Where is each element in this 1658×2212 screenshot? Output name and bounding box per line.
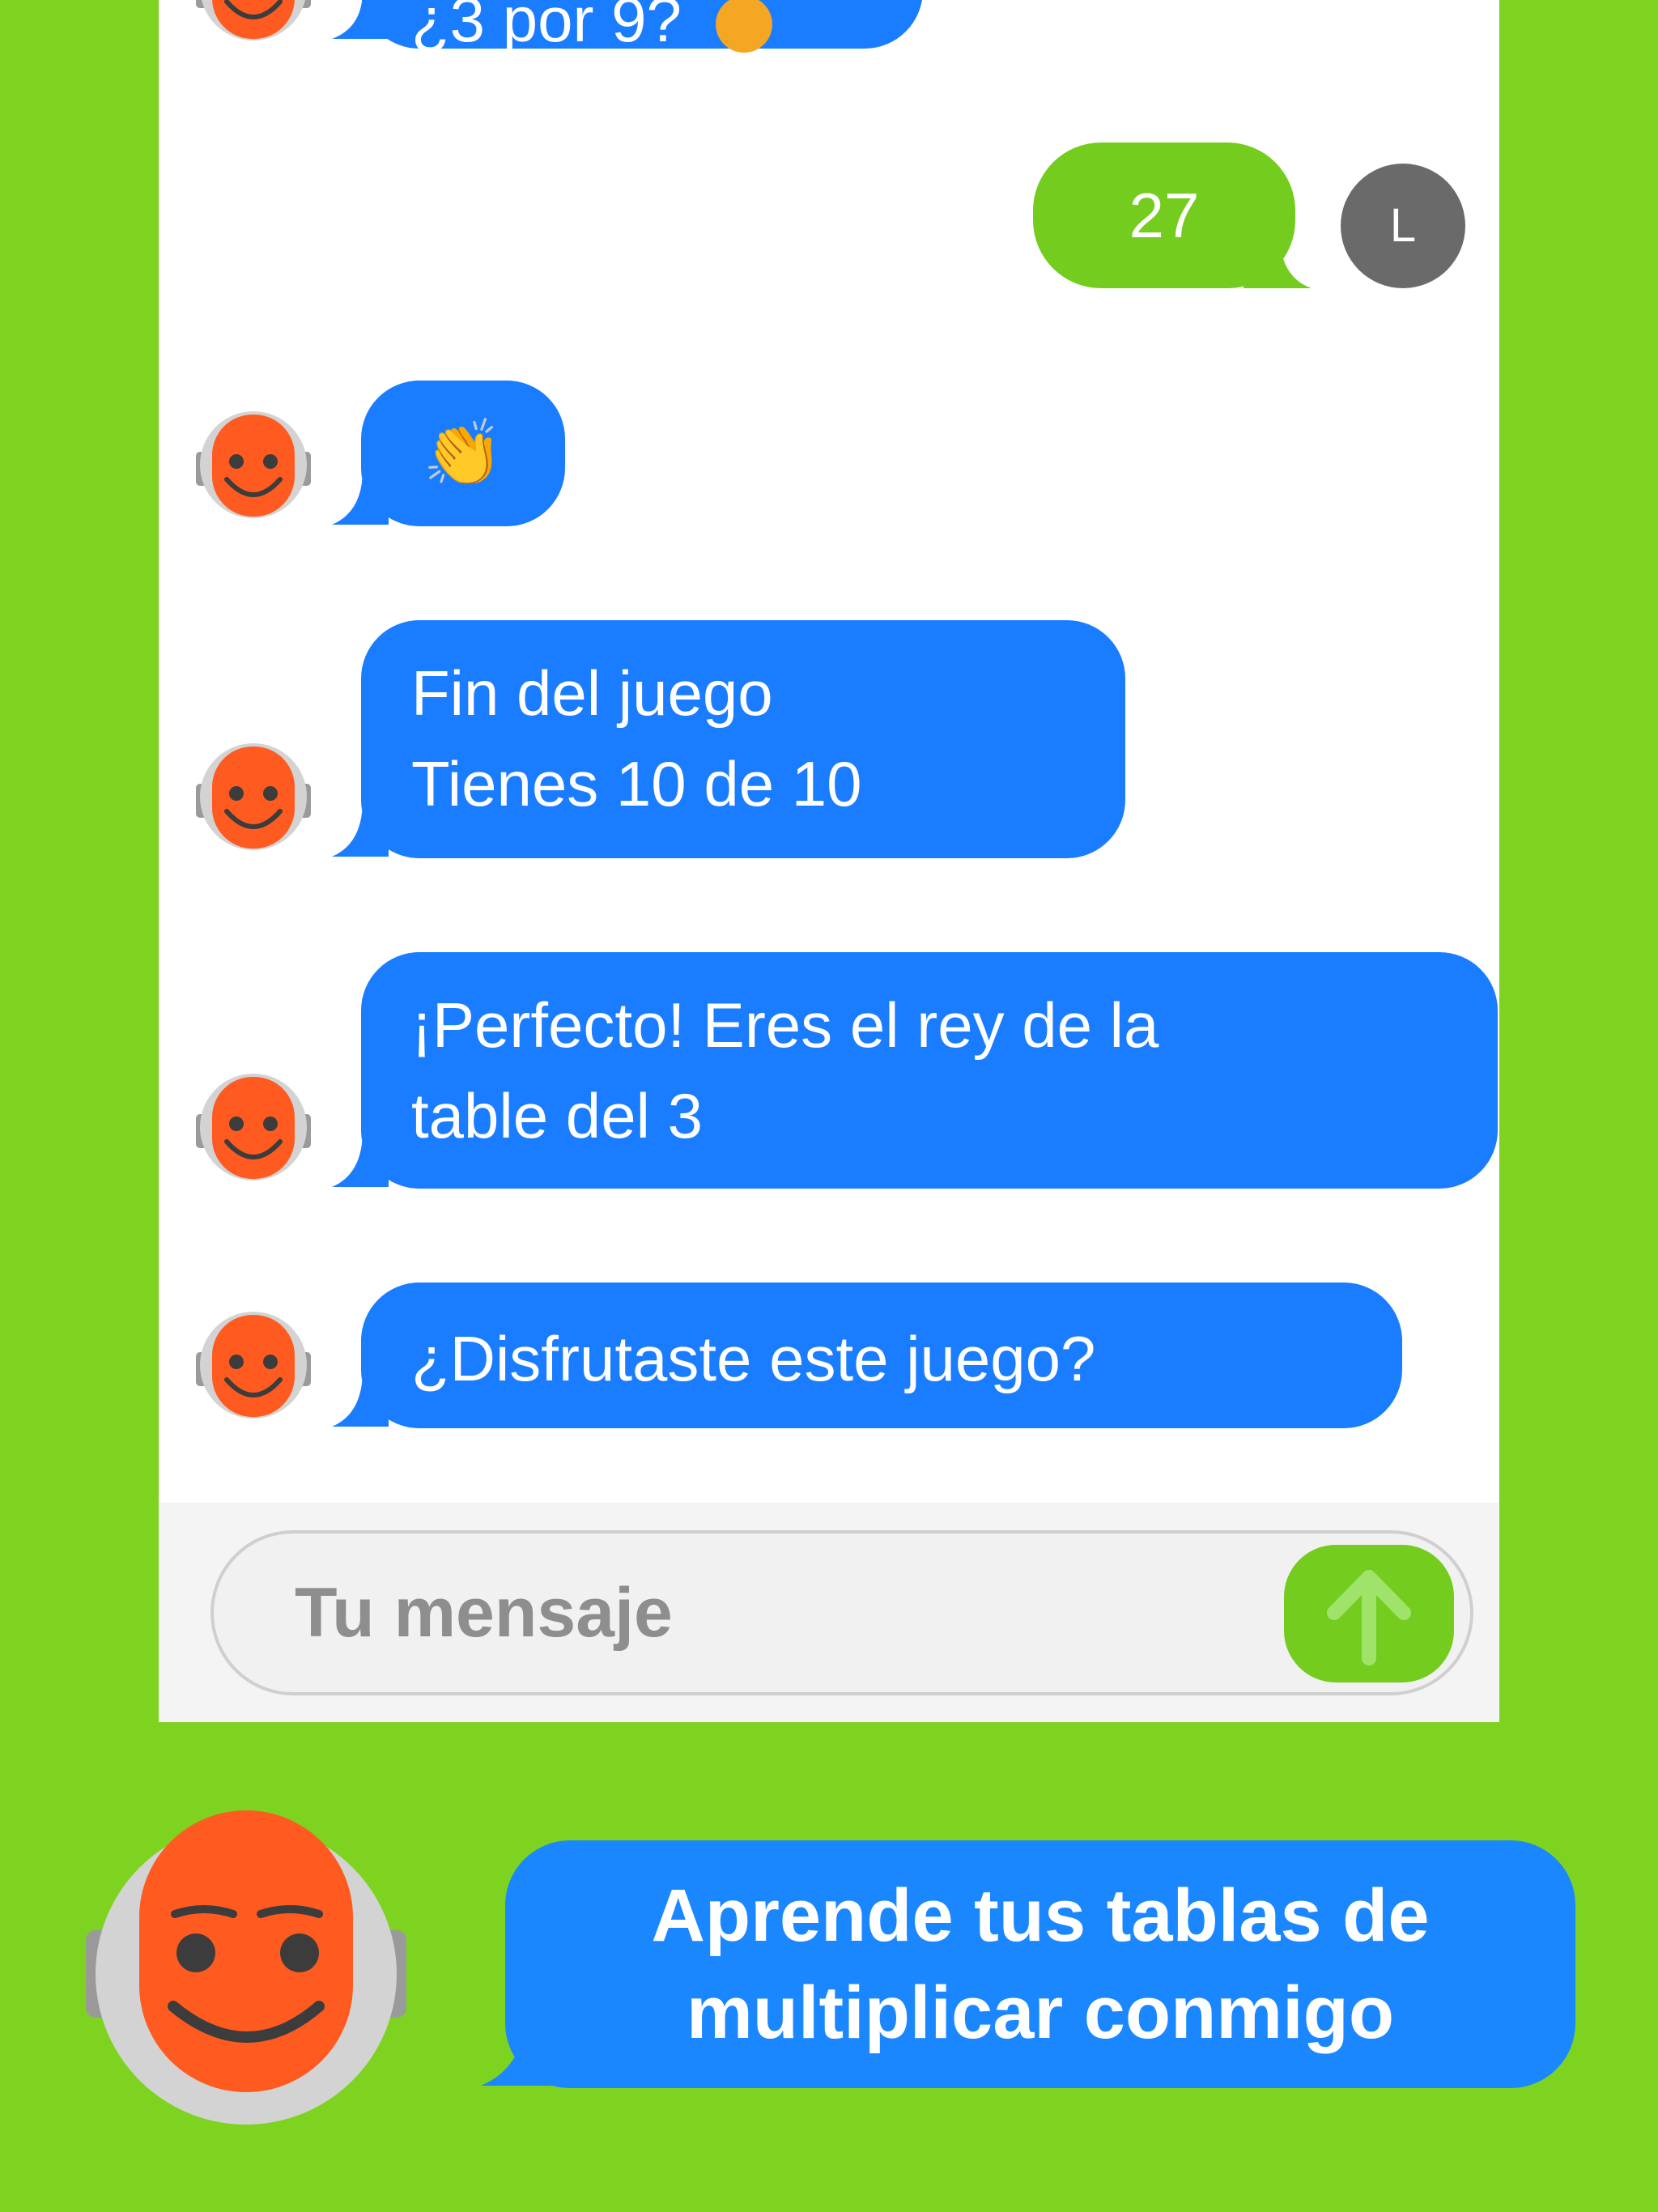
send-button[interactable]	[1284, 1545, 1454, 1682]
message-bubble: ¡Perfecto! Eres el rey de la table del 3	[361, 952, 1498, 1189]
message-text: ¿3 por 9?	[411, 0, 682, 55]
message-text: 27	[1129, 180, 1200, 251]
chat-screen: ¿3 por 9? 27 L 👏 Fin del juego Tienes 10…	[159, 0, 1499, 1722]
message-text-line: Fin del juego	[411, 657, 773, 729]
message-bubble: ¿3 por 9?	[361, 0, 923, 55]
robot-mascot-icon	[86, 1810, 406, 2125]
message-bubble: 👏	[361, 381, 565, 526]
message-text-line: Tienes 10 de 10	[411, 748, 862, 819]
promo-line: Aprende tus tablas de	[651, 1874, 1430, 1957]
message-composer: Tu mensaje	[159, 1503, 1499, 1722]
input-placeholder: Tu mensaje	[295, 1574, 673, 1652]
user-avatar[interactable]: L	[1341, 164, 1465, 288]
avatar-initial: L	[1389, 199, 1417, 252]
message-text-line: table del 3	[411, 1080, 703, 1151]
robot-avatar-icon	[196, 743, 311, 850]
arrow-up-icon	[1327, 1570, 1411, 1665]
message-input[interactable]: Tu mensaje	[210, 1530, 1473, 1695]
robot-avatar-icon	[196, 1074, 311, 1180]
message-bubble: Fin del juego Tienes 10 de 10	[361, 620, 1125, 858]
promo-line: multiplicar conmigo	[686, 1972, 1395, 2054]
promo-bubble: Aprende tus tablas de multiplicar conmig…	[505, 1840, 1575, 2088]
robot-avatar-icon	[196, 1312, 311, 1419]
robot-avatar-icon	[196, 411, 311, 518]
thinking-emoji-icon	[715, 0, 772, 53]
message-bubble: 27	[1033, 143, 1295, 288]
robot-avatar-icon	[196, 0, 311, 40]
message-text-line: ¡Perfecto! Eres el rey de la	[411, 989, 1159, 1061]
clapping-hands-icon: 👏	[423, 417, 504, 489]
message-text: ¿Disfrutaste este juego?	[411, 1323, 1096, 1394]
message-bubble: ¿Disfrutaste este juego?	[361, 1283, 1402, 1428]
